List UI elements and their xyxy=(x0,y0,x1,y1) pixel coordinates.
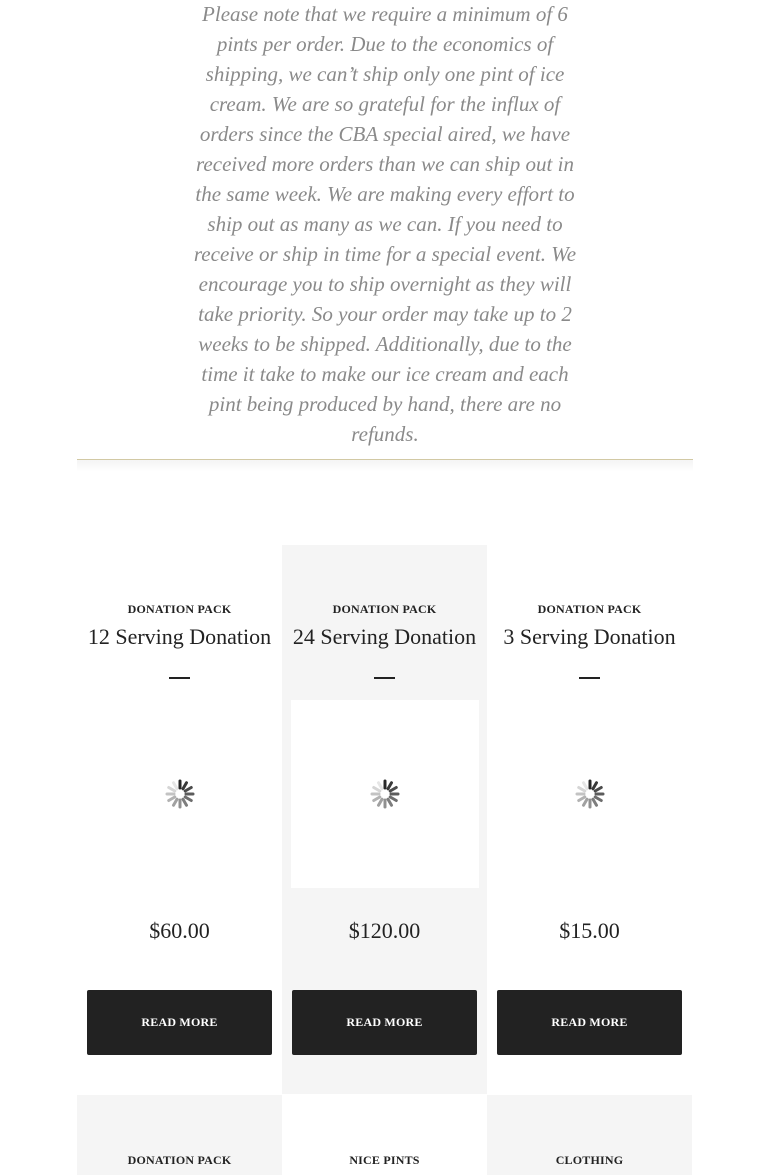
product-title[interactable]: 3 Serving Donation xyxy=(487,624,692,650)
loading-spinner-icon xyxy=(370,779,400,809)
title-dash xyxy=(374,677,395,679)
title-dash xyxy=(169,677,190,679)
product-category[interactable]: NICE PINTS xyxy=(282,1153,487,1168)
product-card: DONATION PACK 12 Serving Donation $60.00… xyxy=(77,545,282,1094)
read-more-button[interactable]: READ MORE xyxy=(292,990,477,1055)
title-dash xyxy=(579,677,600,679)
product-card: DONATION PACK xyxy=(77,1095,282,1175)
product-title[interactable]: 12 Serving Donation xyxy=(77,624,282,650)
product-image[interactable] xyxy=(496,700,684,888)
product-card: CLOTHING xyxy=(487,1095,692,1175)
shipping-notice: Please note that we require a minimum of… xyxy=(193,2,577,446)
loading-spinner-icon xyxy=(575,779,605,809)
product-image[interactable] xyxy=(86,700,274,888)
loading-spinner-icon xyxy=(165,779,195,809)
product-category[interactable]: CLOTHING xyxy=(487,1153,692,1168)
read-more-button[interactable]: READ MORE xyxy=(497,990,682,1055)
divider-shadow xyxy=(77,460,693,472)
product-category[interactable]: DONATION PACK xyxy=(77,1153,282,1168)
product-card: DONATION PACK 3 Serving Donation $15.00 … xyxy=(487,545,692,1094)
product-category[interactable]: DONATION PACK xyxy=(77,602,282,617)
product-price: $15.00 xyxy=(559,918,620,943)
product-card: DONATION PACK 24 Serving Donation $120.0… xyxy=(282,545,487,1094)
product-category[interactable]: DONATION PACK xyxy=(282,602,487,617)
read-more-button[interactable]: READ MORE xyxy=(87,990,272,1055)
product-card: NICE PINTS xyxy=(282,1095,487,1175)
product-category[interactable]: DONATION PACK xyxy=(487,602,692,617)
product-price: $120.00 xyxy=(348,918,421,943)
product-title[interactable]: 24 Serving Donation xyxy=(282,624,487,650)
product-price: $60.00 xyxy=(149,918,210,943)
product-image[interactable] xyxy=(291,700,479,888)
